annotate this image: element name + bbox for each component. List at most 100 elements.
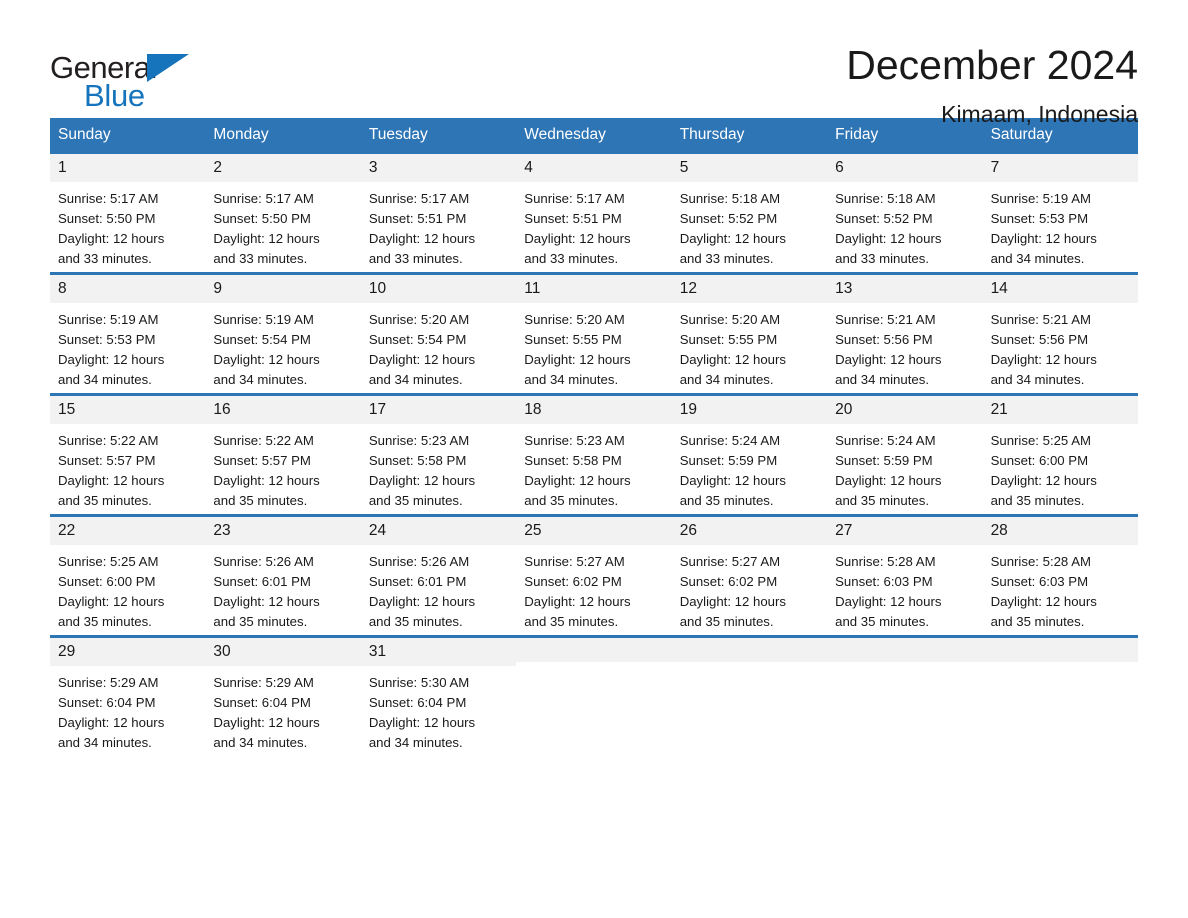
sunrise-time: Sunrise: 5:22 AM: [213, 432, 314, 448]
calendar-day-cell[interactable]: 13 Sunrise: 5:21 AM Sunset: 5:56 PM Dayligh…: [827, 274, 983, 393]
calendar-day-cell[interactable]: 15 Sunrise: 5:22 AM Sunset: 5:57 PM Dayligh…: [50, 395, 206, 514]
calendar-day-cell[interactable]: 17 Sunrise: 5:23 AM Sunset: 5:58 PM Dayligh…: [360, 395, 517, 514]
day-number: 4: [516, 153, 672, 182]
sunrise-time: Sunrise: 5:19 AM: [990, 190, 1091, 206]
day-number: 5: [671, 153, 828, 182]
daylight-duration-line2: and 35 minutes.: [990, 613, 1085, 629]
calendar-day-cell[interactable]: 3 Sunrise: 5:17 AM Sunset: 5:51 PM Daylight…: [360, 153, 517, 272]
calendar-day-cell[interactable]: 21 Sunrise: 5:25 AM Sunset: 6:00 PM Dayligh…: [982, 395, 1138, 514]
calendar-day-cell[interactable]: 16 Sunrise: 5:22 AM Sunset: 5:57 PM Dayligh…: [205, 395, 361, 514]
sunset-time: Sunset: 6:01 PM: [213, 573, 311, 589]
calendar-day-cell[interactable]: 14 Sunrise: 5:21 AM Sunset: 5:56 PM Dayligh…: [982, 274, 1138, 393]
calendar-day-cell[interactable]: 31 Sunrise: 5:30 AM Sunset: 6:04 PM Dayligh…: [360, 637, 517, 756]
day-sun-info: Sunrise: 5:25 AM Sunset: 6:00 PM Daylight:…: [983, 424, 1138, 511]
day-sun-info: Sunrise: 5:17 AM Sunset: 5:51 PM Daylight:…: [516, 182, 671, 269]
calendar-grid: Sunday Monday Tuesday Wednesday Thursday…: [50, 118, 1138, 756]
calendar-day-cell[interactable]: 25 Sunrise: 5:27 AM Sunset: 6:02 PM Dayligh…: [516, 516, 672, 635]
weekday-header-sunday: Sunday: [58, 126, 111, 143]
daylight-duration-line2: and 35 minutes.: [213, 613, 308, 629]
daylight-duration-line1: Daylight: 12 hours: [990, 351, 1097, 367]
sunset-time: Sunset: 6:00 PM: [990, 452, 1089, 468]
daylight-duration-line1: Daylight: 12 hours: [58, 714, 165, 730]
sunset-time: Sunset: 5:53 PM: [58, 331, 156, 347]
calendar-day-cell[interactable]: 10 Sunrise: 5:20 AM Sunset: 5:54 PM Dayligh…: [360, 274, 517, 393]
calendar-day-cell[interactable]: 9 Sunrise: 5:19 AM Sunset: 5:54 PM Daylight…: [205, 274, 361, 393]
day-number: 13: [827, 274, 983, 303]
sunset-time: Sunset: 5:55 PM: [524, 331, 622, 347]
daylight-duration-line2: and 35 minutes.: [368, 613, 463, 629]
day-sun-info: Sunrise: 5:23 AM Sunset: 5:58 PM Daylight:…: [516, 424, 671, 511]
sunset-time: Sunset: 5:56 PM: [990, 331, 1089, 347]
sunset-time: Sunset: 6:04 PM: [58, 694, 156, 710]
calendar-day-cell[interactable]: 27 Sunrise: 5:28 AM Sunset: 6:03 PM Dayligh…: [827, 516, 983, 635]
sunrise-time: Sunrise: 5:20 AM: [679, 311, 781, 327]
daylight-duration-line1: Daylight: 12 hours: [368, 230, 476, 246]
calendar-day-cell[interactable]: 20 Sunrise: 5:24 AM Sunset: 5:59 PM Dayligh…: [827, 395, 983, 514]
day-sun-info: Sunrise: 5:17 AM Sunset: 5:50 PM Daylight:…: [205, 182, 360, 269]
sunset-time: Sunset: 5:54 PM: [368, 331, 467, 347]
day-number: [827, 637, 983, 662]
daylight-duration-line2: and 34 minutes.: [990, 250, 1085, 266]
day-number: 15: [50, 395, 206, 424]
sunset-time: Sunset: 6:02 PM: [524, 573, 622, 589]
calendar-day-cell[interactable]: 12 Sunrise: 5:20 AM Sunset: 5:55 PM Dayligh…: [671, 274, 828, 393]
daylight-duration-line1: Daylight: 12 hours: [679, 472, 786, 488]
daylight-duration-line1: Daylight: 12 hours: [679, 351, 786, 367]
calendar-day-cell[interactable]: 5 Sunrise: 5:18 AM Sunset: 5:52 PM Daylight…: [671, 153, 828, 272]
day-sun-info: Sunrise: 5:25 AM Sunset: 6:00 PM Daylight:…: [50, 545, 205, 632]
day-number: 6: [827, 153, 983, 182]
calendar-day-cell[interactable]: 19 Sunrise: 5:24 AM Sunset: 5:59 PM Dayligh…: [671, 395, 828, 514]
calendar-day-cell-empty: [516, 637, 672, 756]
calendar-day-cell[interactable]: 8 Sunrise: 5:19 AM Sunset: 5:53 PM Daylight…: [50, 274, 206, 393]
daylight-duration-line2: and 35 minutes.: [213, 492, 308, 508]
daylight-duration-line2: and 34 minutes.: [368, 734, 463, 750]
day-number: 30: [205, 637, 361, 666]
sunset-time: Sunset: 6:01 PM: [368, 573, 467, 589]
day-number: 12: [671, 274, 828, 303]
calendar-day-cell[interactable]: 29 Sunrise: 5:29 AM Sunset: 6:04 PM Dayligh…: [50, 637, 206, 756]
weekday-header-saturday: Saturday: [990, 126, 1053, 143]
daylight-duration-line1: Daylight: 12 hours: [213, 351, 320, 367]
sunrise-time: Sunrise: 5:17 AM: [524, 190, 625, 206]
day-sun-info: Sunrise: 5:17 AM Sunset: 5:51 PM Daylight:…: [361, 182, 516, 269]
daylight-duration-line1: Daylight: 12 hours: [368, 351, 476, 367]
day-number: 10: [360, 274, 517, 303]
calendar-day-cell[interactable]: 22 Sunrise: 5:25 AM Sunset: 6:00 PM Dayligh…: [50, 516, 206, 635]
day-number: 26: [671, 516, 828, 545]
day-number: 18: [516, 395, 672, 424]
calendar-day-cell[interactable]: 23 Sunrise: 5:26 AM Sunset: 6:01 PM Dayligh…: [205, 516, 361, 635]
daylight-duration-line2: and 33 minutes.: [368, 250, 463, 266]
calendar-day-cell[interactable]: 7 Sunrise: 5:19 AM Sunset: 5:53 PM Daylight…: [982, 153, 1138, 272]
day-sun-info: Sunrise: 5:26 AM Sunset: 6:01 PM Daylight:…: [205, 545, 360, 632]
page-header: General Blue December 2024 Kimaam, Indon…: [50, 0, 1138, 127]
calendar-day-cell[interactable]: 26 Sunrise: 5:27 AM Sunset: 6:02 PM Dayligh…: [671, 516, 828, 635]
day-number: 25: [516, 516, 672, 545]
day-sun-info: Sunrise: 5:20 AM Sunset: 5:55 PM Daylight:…: [516, 303, 671, 390]
sunset-time: Sunset: 5:52 PM: [679, 210, 778, 226]
calendar-day-cell[interactable]: 28 Sunrise: 5:28 AM Sunset: 6:03 PM Dayligh…: [982, 516, 1138, 635]
calendar-day-cell[interactable]: 30 Sunrise: 5:29 AM Sunset: 6:04 PM Dayligh…: [205, 637, 361, 756]
calendar-week-row: 15 Sunrise: 5:22 AM Sunset: 5:57 PM Dayligh…: [50, 392, 1138, 514]
sunrise-time: Sunrise: 5:23 AM: [524, 432, 625, 448]
calendar-day-cell[interactable]: 6 Sunrise: 5:18 AM Sunset: 5:52 PM Daylight…: [827, 153, 983, 272]
sunset-time: Sunset: 5:50 PM: [58, 210, 156, 226]
sunrise-time: Sunrise: 5:17 AM: [58, 190, 159, 206]
daylight-duration-line1: Daylight: 12 hours: [679, 593, 786, 609]
day-sun-info: Sunrise: 5:19 AM Sunset: 5:54 PM Daylight:…: [205, 303, 360, 390]
calendar-day-cell[interactable]: 18 Sunrise: 5:23 AM Sunset: 5:58 PM Dayligh…: [516, 395, 672, 514]
calendar-day-cell[interactable]: 2 Sunrise: 5:17 AM Sunset: 5:50 PM Daylight…: [205, 153, 361, 272]
daylight-duration-line1: Daylight: 12 hours: [213, 230, 320, 246]
daylight-duration-line2: and 33 minutes.: [679, 250, 774, 266]
daylight-duration-line1: Daylight: 12 hours: [990, 472, 1097, 488]
calendar-day-cell[interactable]: 4 Sunrise: 5:17 AM Sunset: 5:51 PM Daylight…: [516, 153, 672, 272]
page-title: December 2024: [846, 42, 1138, 88]
sunrise-time: Sunrise: 5:17 AM: [368, 190, 470, 206]
calendar-day-cell[interactable]: 1 Sunrise: 5:17 AM Sunset: 5:50 PM Daylight…: [50, 153, 206, 272]
calendar-day-cell[interactable]: 24 Sunrise: 5:26 AM Sunset: 6:01 PM Dayligh…: [360, 516, 517, 635]
day-sun-info: Sunrise: 5:24 AM Sunset: 5:59 PM Daylight:…: [827, 424, 982, 511]
calendar-week-row: 22 Sunrise: 5:25 AM Sunset: 6:00 PM Dayligh…: [50, 513, 1138, 635]
daylight-duration-line2: and 33 minutes.: [58, 250, 152, 266]
calendar-day-cell[interactable]: 11 Sunrise: 5:20 AM Sunset: 5:55 PM Dayligh…: [516, 274, 672, 393]
sunset-time: Sunset: 5:54 PM: [213, 331, 311, 347]
sunrise-time: Sunrise: 5:28 AM: [990, 553, 1091, 569]
